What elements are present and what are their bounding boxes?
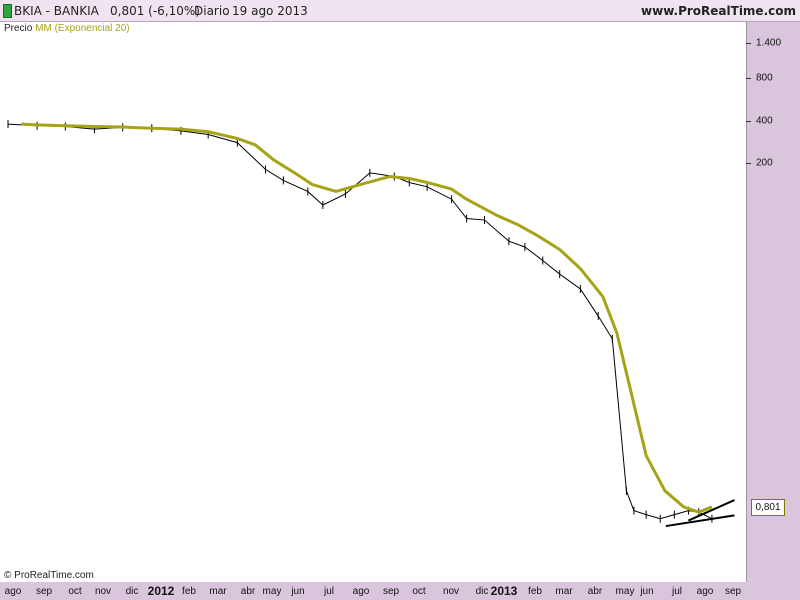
- x-tick-label: may: [615, 586, 635, 597]
- x-tick-label: jun: [291, 586, 305, 597]
- x-tick-label: oct: [412, 586, 426, 597]
- x-tick-label: sep: [35, 586, 53, 597]
- y-tick-mark: [746, 163, 751, 164]
- date-label: 19 ago 2013: [232, 4, 308, 18]
- period-label: Diario: [194, 4, 230, 18]
- x-tick-label: nov: [94, 586, 112, 597]
- last-price-label: 0,801: [751, 499, 785, 516]
- price-chart[interactable]: [0, 22, 746, 582]
- x-tick-label: abr: [240, 586, 256, 597]
- legend-ma: MM (Exponencial 20): [35, 23, 130, 34]
- y-tick-label: 200: [756, 157, 773, 169]
- y-tick-mark: [746, 43, 751, 44]
- x-tick-label: feb: [528, 586, 542, 597]
- x-tick-label: mar: [209, 586, 227, 597]
- x-tick-label: feb: [182, 586, 196, 597]
- x-tick-label: oct: [68, 586, 82, 597]
- ma-series-line: [21, 122, 713, 514]
- quote-label: 0,801 (-6,10%): [110, 4, 200, 18]
- x-tick-label: jun: [640, 586, 654, 597]
- x-tick-label: ago: [696, 586, 714, 597]
- x-tick-label: ago: [4, 586, 22, 597]
- chart-window-icon: [3, 4, 12, 18]
- x-tick-label: dic: [125, 586, 139, 597]
- x-tick-label: dic: [475, 586, 489, 597]
- x-tick-label: 2013: [490, 584, 518, 598]
- x-tick-label: ago: [352, 586, 370, 597]
- x-tick-label: jul: [671, 586, 683, 597]
- y-tick-label: 1.400: [756, 37, 782, 49]
- x-tick-label: may: [262, 586, 282, 597]
- chart-legend: Precio MM (Exponencial 20): [4, 23, 130, 34]
- brand-label: www.ProRealTime.com: [641, 4, 796, 18]
- y-tick-label: 400: [756, 115, 773, 127]
- x-tick-label: abr: [587, 586, 603, 597]
- symbol-label: BKIA - BANKIA: [14, 4, 99, 18]
- x-tick-label: 2012: [147, 584, 175, 598]
- trendline-lower[interactable]: [665, 514, 735, 528]
- y-tick-mark: [746, 121, 751, 122]
- x-tick-label: sep: [382, 586, 400, 597]
- x-axis[interactable]: ago sep oct nov dic 2012 feb mar abr may jun jul ago…: [0, 582, 746, 600]
- y-tick-mark: [746, 78, 751, 79]
- legend-price: Precio: [4, 23, 33, 34]
- x-tick-label: jul: [323, 586, 335, 597]
- x-tick-label: mar: [555, 586, 573, 597]
- copyright-label: © ProRealTime.com: [4, 570, 94, 581]
- x-tick-label: nov: [442, 586, 460, 597]
- y-tick-label: 800: [756, 72, 773, 84]
- title-bar: BKIA - BANKIA 0,801 (-6,10%) Diario 19 a…: [0, 0, 800, 22]
- x-tick-label: sep: [724, 586, 742, 597]
